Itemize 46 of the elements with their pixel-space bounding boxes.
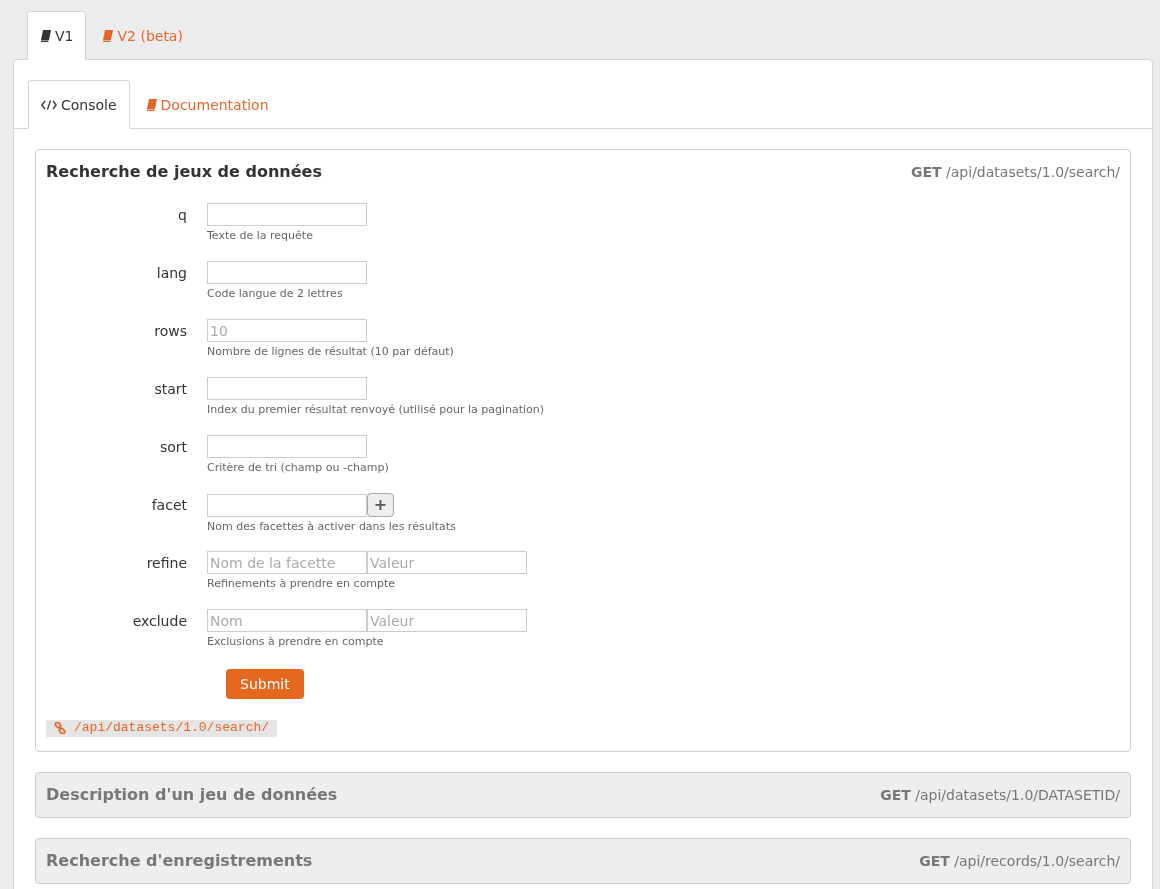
field-label: refine [145,554,188,573]
field-label: sort [158,438,188,457]
section-title[interactable]: Description d'un jeu de données [46,783,338,807]
field-label: exclude [131,612,188,631]
section-title: Recherche de jeux de données [46,161,322,183]
section-title[interactable]: Recherche d'enregistrements [46,849,313,873]
field-label: start [153,380,188,399]
help-text: Critère de tri (champ ou -champ) [207,460,389,476]
input-field[interactable] [207,261,367,284]
book-icon [40,29,51,42]
input-field[interactable]: Nom de la facette [207,551,367,574]
help-text: Nom des facettes à activer dans les résultats [207,519,456,535]
help-text: Exclusions à prendre en compte [207,634,385,650]
code-icon [41,99,57,110]
field-label: rows [153,322,188,341]
tab[interactable]: V1 [27,11,87,60]
help-text: Index du premier résultat renvoyé (utilisé pour la pagination) [207,402,545,418]
collapsed-section[interactable]: Description d'un jeu de données GET /api/datasets/1.0/DATASETID/ [35,772,1131,818]
tab[interactable]: Console [28,80,130,129]
submit-button[interactable]: Submit [226,669,304,699]
field-label: q [177,206,188,225]
book-icon [102,29,114,42]
field-label: facet [150,496,188,515]
add-button[interactable]: + [367,493,394,517]
collapsed-section[interactable]: Recherche d'enregistrements GET /api/records/1.0/search/ [35,838,1131,884]
input-field[interactable]: 10 [207,319,367,342]
input-field[interactable]: Nom [207,609,367,632]
help-text: Refinements à prendre en compte [207,576,397,592]
input-field[interactable] [207,377,367,400]
endpoint-path: GET /api/datasets/1.0/DATASETID/ [880,786,1120,805]
input-field[interactable]: Valeur [367,551,527,574]
help-text: Texte de la requête [207,228,314,244]
endpoint-path: GET /api/records/1.0/search/ [919,852,1120,871]
tab[interactable]: Documentation [132,80,282,129]
url-link[interactable]: /api/datasets/1.0/search/ [46,719,278,737]
help-text: Nombre de lignes de résultat (10 par défaut) [207,344,454,360]
input-field[interactable] [207,493,367,517]
tab[interactable]: V2 (beta) [89,11,196,60]
help-text: Code langue de 2 lettres [207,286,344,302]
input-field[interactable] [207,203,367,226]
link-icon [54,722,66,734]
endpoint-path: GET /api/datasets/1.0/search/ [911,163,1120,182]
input-field[interactable]: Valeur [367,609,527,632]
book-icon [145,98,157,111]
field-label: lang [155,264,188,283]
input-field[interactable] [207,435,367,458]
